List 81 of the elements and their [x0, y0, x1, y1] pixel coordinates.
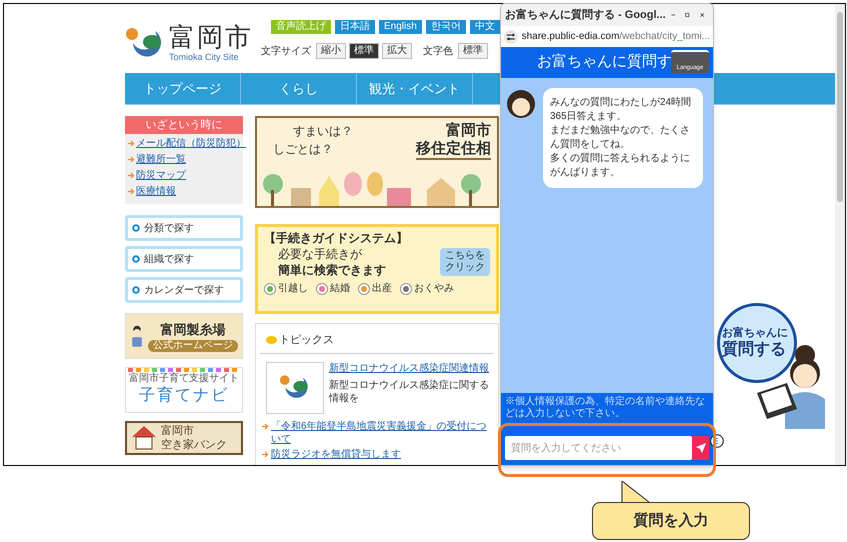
- click-here-button[interactable]: こちらを クリック: [440, 248, 490, 276]
- emergency-link[interactable]: メール配信（防災防犯）: [136, 137, 246, 150]
- parenting-site-banner[interactable]: 富岡市子育て支援サイト 子育てナビ: [125, 367, 243, 413]
- category-label: 引越し: [278, 282, 308, 296]
- banner-title: 富岡市: [161, 424, 195, 438]
- arrow-icon: [128, 172, 135, 179]
- emergency-link[interactable]: 医療情報: [136, 185, 176, 198]
- site-logo-name: 富岡市: [169, 22, 253, 51]
- category-icon: [400, 282, 412, 294]
- banner-title: 富岡市: [446, 122, 491, 140]
- banner-question: すまいは？: [292, 123, 353, 140]
- banner-subtitle: 空き家バンク: [161, 438, 227, 452]
- promo-text: お富ちゃんに: [722, 326, 788, 340]
- arrow-icon: [128, 140, 135, 147]
- bot-avatar-icon: [507, 90, 535, 118]
- banner-title: 富岡市子育て支援サイト: [129, 372, 239, 386]
- news-link[interactable]: 「令和6年能登半島地震災害義援金」の受付について: [271, 420, 494, 446]
- language-button[interactable]: 日本語: [335, 20, 375, 34]
- ring-icon: [132, 224, 140, 232]
- send-button[interactable]: [692, 436, 709, 460]
- window-title: お富ちゃんに質問する - Googl...: [505, 8, 666, 23]
- house-icon: [131, 424, 157, 450]
- promo-text: 質問する: [722, 340, 786, 360]
- ring-icon: [132, 286, 140, 294]
- banner-title: 富岡製糸場: [160, 321, 226, 340]
- banner-title: 移住定住相: [416, 140, 491, 160]
- chat-message-text: まだまだ勉強中なので、たくさん質問をしてね。: [550, 124, 691, 152]
- scrollbar-thumb[interactable]: [837, 12, 843, 202]
- banner-subtitle: 公式ホームページ: [148, 340, 238, 352]
- maximize-icon[interactable]: [684, 10, 691, 20]
- news-link[interactable]: 防災ラジオを無償貸与します: [271, 448, 401, 460]
- category-icon: [264, 282, 276, 294]
- url-text: share.public-edia.com/webchat/city_tomi...: [522, 30, 710, 44]
- category-icon: [316, 282, 328, 294]
- emergency-title: いざという時に: [125, 116, 243, 134]
- banner-title: 【手続きガイドシステム】: [264, 230, 409, 246]
- banner-text: 必要な手続きが: [278, 246, 363, 262]
- banner-subtitle: 子育てナビ: [139, 386, 229, 406]
- text-size-option[interactable]: 標準: [349, 43, 379, 59]
- privacy-notice: ※個人情報保護の為、特定の名前や連絡先などは入力しないで下さい。: [505, 396, 706, 420]
- arrow-icon: [262, 450, 269, 458]
- emergency-link[interactable]: 防災マップ: [136, 169, 186, 182]
- text-size-option[interactable]: 縮小: [316, 43, 346, 59]
- search-by-button[interactable]: 分類で探す: [125, 215, 243, 241]
- relocation-banner[interactable]: すまいは？ しごとは？ 富岡市 移住定住相: [255, 116, 499, 208]
- silk-mill-banner[interactable]: 富岡製糸場 公式ホームページ: [125, 313, 243, 359]
- send-icon: [696, 443, 706, 453]
- dot-icon: [266, 336, 277, 344]
- arrow-icon: [128, 156, 135, 163]
- site-logo-subtitle: Tomioka City Site: [169, 50, 240, 64]
- chat-message-text: みんなの質問にわたしが24時間365日答えます。: [550, 96, 692, 124]
- language-button[interactable]: English: [379, 20, 422, 34]
- chat-message-text: 多くの質問に答えられるようにがんばります。: [550, 152, 691, 180]
- text-size-label: 文字サイズ: [261, 44, 311, 58]
- topic-text: 新型コロナウイルス感染症に関する情報を: [329, 378, 489, 404]
- category-label: おくやみ: [414, 282, 454, 296]
- more-icon[interactable]: [710, 434, 724, 448]
- text-color-option[interactable]: 標準: [458, 43, 488, 59]
- arrow-icon: [262, 422, 269, 430]
- category-icon: [358, 282, 370, 294]
- site-settings-icon[interactable]: [504, 30, 518, 44]
- banner-text: 簡単に検索できます: [278, 262, 386, 278]
- category-label: 結婚: [330, 282, 350, 296]
- text-color-label: 文字色: [423, 44, 453, 58]
- arrow-icon: [128, 188, 135, 195]
- chat-promo-banner[interactable]: お富ちゃんに 質問する: [717, 299, 837, 429]
- search-by-button[interactable]: 組織で探す: [125, 246, 243, 272]
- search-by-button[interactable]: カレンダーで探す: [125, 277, 243, 303]
- vacant-house-banner[interactable]: 富岡市 空き家バンク: [125, 421, 243, 455]
- chat-header-title: お富ちゃんに質問す: [537, 52, 672, 72]
- language-button[interactable]: 中文: [470, 20, 500, 34]
- procedure-guide-banner[interactable]: 【手続きガイドシステム】 必要な手続きが 簡単に検索できます こちらを クリック 引越し 結婚 出産 おくやみ: [255, 224, 499, 314]
- category-label: 出産: [372, 282, 392, 296]
- language-button[interactable]: 한국어: [426, 20, 466, 34]
- banner-question: しごとは？: [273, 141, 334, 158]
- topic-link[interactable]: 新型コロナウイルス感染症関連情報: [329, 362, 489, 374]
- text-size-option[interactable]: 拡大: [382, 43, 412, 59]
- emergency-link[interactable]: 避難所一覧: [136, 153, 186, 166]
- topics-title: トピックス: [279, 333, 334, 348]
- ring-icon: [132, 255, 140, 263]
- question-input[interactable]: 質問を入力してください: [505, 436, 692, 460]
